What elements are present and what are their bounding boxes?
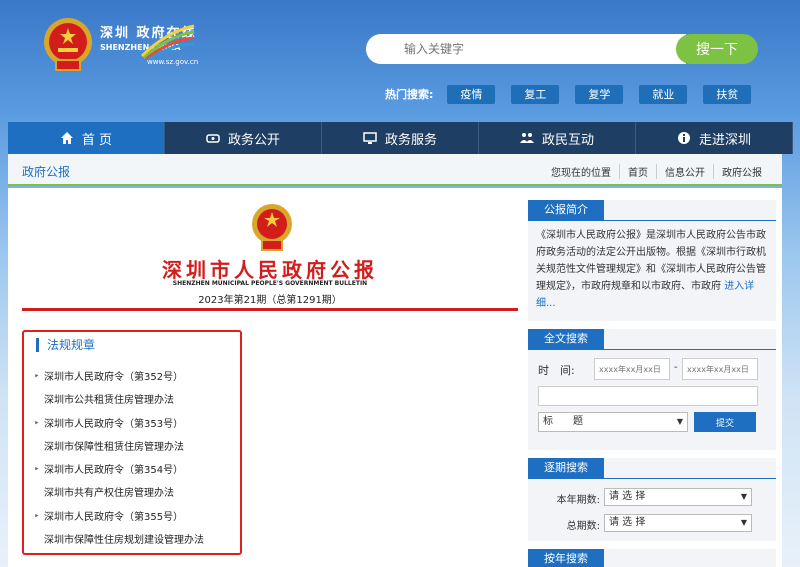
national-emblem-icon xyxy=(44,18,92,71)
main-content: 深圳市人民政府公报 SHENZHEN MUNICIPAL PEOPLE'S GO… xyxy=(8,188,782,567)
nav-item-shenzhen[interactable]: 走进深圳 xyxy=(636,122,793,154)
hot-tag[interactable]: 疫情 xyxy=(447,84,496,104)
panel-title: 按年搜索 xyxy=(528,549,604,567)
year-issue-select-value: 请 选 择 xyxy=(609,491,646,502)
list-item[interactable]: 深圳市人民政府令（第352号） xyxy=(34,366,244,390)
main-nav: 首 页 政务公开 政务服务 政民互动 走进深圳 xyxy=(8,122,800,154)
list-item[interactable]: 深圳市共有产权住房管理办法 xyxy=(34,482,244,505)
site-header: 深圳 政府在线 SHENZHEN CHINA www.sz.gov.cn 搜一下… xyxy=(0,0,800,120)
hot-search-label: 热门搜索: xyxy=(385,88,434,101)
laws-heading: 法规规章 xyxy=(36,338,95,352)
hot-tag[interactable]: 就业 xyxy=(639,84,688,104)
nav-item-gov-service[interactable]: 政务服务 xyxy=(322,122,479,154)
fulltext-search-form: 时 间: - 标 题 ▼ 提交 xyxy=(528,350,776,450)
laws-list: 深圳市人民政府令（第352号） 深圳市公共租赁住房管理办法 深圳市人民政府令（第… xyxy=(34,366,244,552)
nav-item-gov-open[interactable]: 政务公开 xyxy=(165,122,322,154)
hot-tag[interactable]: 复工 xyxy=(511,84,560,104)
breadcrumb-link-bulletin[interactable]: 政府公报 xyxy=(713,164,770,179)
year-issue-label: 本年期数: xyxy=(556,495,600,506)
bulletin-issue: 2023年第21期（总第1291期） xyxy=(198,295,342,306)
nav-label: 首 页 xyxy=(81,132,113,148)
chevron-down-icon: ▼ xyxy=(740,492,747,501)
panel-title: 全文搜索 xyxy=(528,329,604,349)
list-item[interactable]: 深圳市公共租赁住房管理办法 xyxy=(34,389,244,412)
nav-item-home[interactable]: 首 页 xyxy=(8,122,165,154)
logo-url: www.sz.gov.cn xyxy=(147,58,199,66)
divider xyxy=(22,308,518,311)
total-issue-select[interactable]: 请 选 择 ▼ xyxy=(604,514,752,532)
total-issue-row: 总期数: 请 选 择 ▼ xyxy=(528,514,776,534)
people-icon xyxy=(519,133,534,143)
bulletin-en-title: SHENZHEN MUNICIPAL PEOPLE'S GOVERNMENT B… xyxy=(172,280,368,287)
logo-swoosh-icon xyxy=(140,24,195,60)
chevron-down-icon: ▼ xyxy=(740,518,747,527)
breadcrumb-bar: 政府公报 您现在的位置 首页 信息公开 政府公报 xyxy=(8,154,782,186)
list-item[interactable]: 深圳市人民政府令（第353号） xyxy=(34,413,244,437)
intro-panel: 公报简介 《深圳市人民政府公报》是深圳市人民政府公告市政府政务活动的法定公开出版… xyxy=(528,200,776,321)
panel-title: 公报简介 xyxy=(528,200,604,220)
year-issue-row: 本年期数: 请 选 择 ▼ xyxy=(528,488,776,508)
time-label: 时 间: xyxy=(538,364,575,377)
info-icon xyxy=(677,132,690,144)
search-input[interactable] xyxy=(366,34,686,64)
search-box: 搜一下 xyxy=(366,34,758,64)
breadcrumb: 您现在的位置 首页 信息公开 政府公报 xyxy=(543,164,770,179)
search-button[interactable]: 搜一下 xyxy=(676,34,758,64)
breadcrumb-link-home[interactable]: 首页 xyxy=(619,164,656,179)
submit-button[interactable]: 提交 xyxy=(694,412,756,432)
nav-label: 走进深圳 xyxy=(698,132,751,148)
sidebar: 公报简介 《深圳市人民政府公报》是深圳市人民政府公告市政府政务活动的法定公开出版… xyxy=(528,200,776,567)
field-select-value: 标 题 xyxy=(543,416,583,427)
year-issue-select[interactable]: 请 选 择 ▼ xyxy=(604,488,752,506)
nav-item-interaction[interactable]: 政民互动 xyxy=(479,122,636,154)
gov-open-icon xyxy=(206,134,220,143)
national-emblem-icon xyxy=(252,204,292,251)
chevron-down-icon: ▼ xyxy=(676,417,683,426)
breadcrumb-link-info[interactable]: 信息公开 xyxy=(656,164,713,179)
bulletin-title: 深圳市人民政府公报 xyxy=(162,258,378,282)
list-item[interactable]: 深圳市保障性住房规划建设管理办法 xyxy=(34,529,244,552)
period-search-panel: 逐期搜索 本年期数: 请 选 择 ▼ 总期数: 请 选 择 ▼ xyxy=(528,458,776,541)
end-date-input[interactable] xyxy=(682,358,758,380)
period-search-form: 本年期数: 请 选 择 ▼ 总期数: 请 选 择 ▼ xyxy=(528,479,776,541)
list-item[interactable]: 深圳市人民政府令（第355号） xyxy=(34,506,244,530)
panel-title: 逐期搜索 xyxy=(528,458,604,478)
bulletin-header: 深圳市人民政府公报 SHENZHEN MUNICIPAL PEOPLE'S GO… xyxy=(22,188,518,314)
total-issue-select-value: 请 选 择 xyxy=(609,517,646,528)
nav-label: 政务服务 xyxy=(384,132,437,148)
hot-tag[interactable]: 扶贫 xyxy=(703,84,752,104)
keyword-input[interactable] xyxy=(538,386,758,406)
nav-label: 政民互动 xyxy=(541,132,594,148)
fulltext-search-panel: 全文搜索 时 间: - 标 题 ▼ 提交 xyxy=(528,329,776,450)
field-select[interactable]: 标 题 ▼ xyxy=(538,412,688,432)
laws-section: 法规规章 深圳市人民政府令（第352号） 深圳市公共租赁住房管理办法 深圳市人民… xyxy=(22,330,242,555)
list-item[interactable]: 深圳市保障性租赁住房管理办法 xyxy=(34,436,244,459)
monitor-icon xyxy=(363,132,377,144)
list-item[interactable]: 深圳市人民政府令（第354号） xyxy=(34,459,244,483)
hot-tag[interactable]: 复学 xyxy=(575,84,624,104)
start-date-input[interactable] xyxy=(594,358,670,380)
intro-text-block: 《深圳市人民政府公报》是深圳市人民政府公告市政府政务活动的法定公开出版物。根据《… xyxy=(528,221,776,321)
page-title: 政府公报 xyxy=(22,165,71,179)
year-search-panel: 按年搜索 xyxy=(528,549,776,567)
date-separator: - xyxy=(674,362,678,373)
breadcrumb-label: 您现在的位置 xyxy=(551,168,611,179)
hot-search: 热门搜索: 疫情 复工 复学 就业 扶贫 xyxy=(385,84,767,104)
nav-label: 政务公开 xyxy=(227,132,280,148)
total-issue-label: 总期数: xyxy=(566,521,600,532)
home-icon xyxy=(60,132,73,144)
